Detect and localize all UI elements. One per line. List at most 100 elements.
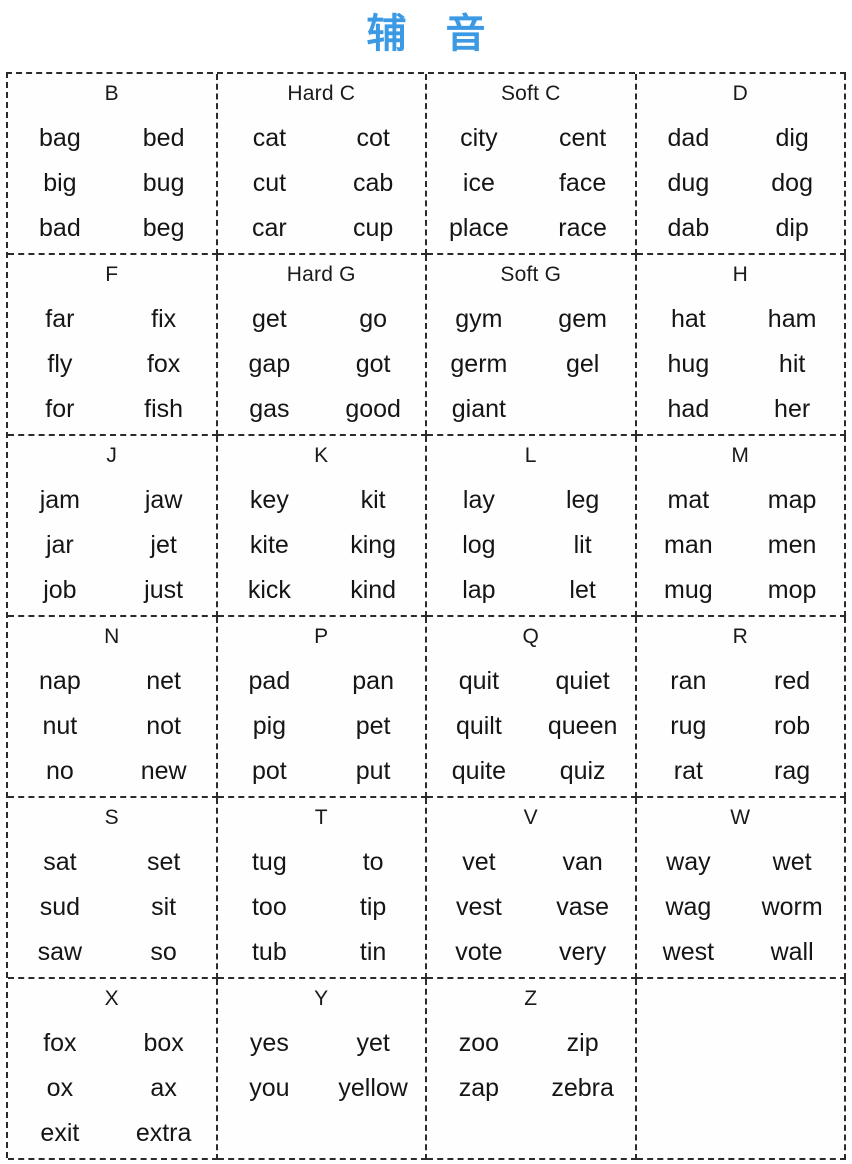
cell-word-list: nap net nut not no new bbox=[8, 657, 216, 796]
word: so bbox=[150, 938, 177, 966]
word: zap bbox=[458, 1074, 500, 1102]
cell-word-list: mat map man men mug mop bbox=[637, 476, 845, 615]
word-row: no new bbox=[8, 749, 216, 794]
cell-word-list: fox box ox ax exit extra bbox=[8, 1019, 216, 1158]
word: put bbox=[355, 757, 391, 785]
word-row: tug to bbox=[218, 840, 426, 885]
word-row: dug dog bbox=[637, 161, 845, 206]
cell-heading: Soft G bbox=[500, 263, 562, 286]
word: wag bbox=[665, 893, 712, 921]
word: lit bbox=[573, 531, 592, 559]
word: kind bbox=[350, 576, 397, 604]
word: quiz bbox=[559, 757, 606, 785]
word-row: quilt queen bbox=[427, 704, 635, 749]
word: quiet bbox=[555, 667, 610, 695]
word-row: gas good bbox=[218, 387, 426, 432]
word: city bbox=[460, 124, 498, 152]
word-row: germ gel bbox=[427, 342, 635, 387]
word: van bbox=[562, 848, 603, 876]
table-cell: Hhat ham hug hit had her bbox=[636, 255, 846, 436]
cell-heading: N bbox=[104, 625, 120, 648]
table-cell: Qquit quiet quilt queen quite quiz bbox=[427, 617, 637, 798]
word-row bbox=[427, 1111, 635, 1156]
table-cell: Soft Ccity cent ice face place race bbox=[427, 74, 637, 255]
word: pot bbox=[251, 757, 287, 785]
cell-word-list: bag bed big bug bad beg bbox=[8, 114, 216, 253]
cell-heading: J bbox=[106, 444, 118, 467]
word: tin bbox=[359, 938, 387, 966]
word-row: cut cab bbox=[218, 161, 426, 206]
cell-heading: Z bbox=[524, 987, 538, 1010]
word: yet bbox=[356, 1029, 390, 1057]
cell-heading: R bbox=[732, 625, 748, 648]
consonant-table: Bbag bed big bug bad beg Hard Ccat cot cut cab car… bbox=[6, 72, 846, 1160]
cell-word-list: hat ham hug hit had her bbox=[637, 295, 845, 434]
word: hat bbox=[670, 305, 706, 333]
word: kit bbox=[360, 486, 386, 514]
cell-heading: M bbox=[731, 444, 750, 467]
word: cent bbox=[558, 124, 607, 152]
word: vest bbox=[455, 893, 502, 921]
word-row: giant bbox=[427, 387, 635, 432]
word: pan bbox=[352, 667, 394, 695]
table-cell: Hard G get go gap got gas good bbox=[217, 255, 427, 436]
word: far bbox=[45, 305, 75, 333]
word: bed bbox=[142, 124, 185, 152]
table-cell: Hard Ccat cot cut cab car cup bbox=[217, 74, 427, 255]
word-row: car cup bbox=[218, 206, 426, 251]
word: ran bbox=[670, 667, 707, 695]
word: fish bbox=[144, 395, 184, 423]
table-cell: Ssat set sud sit saw so bbox=[8, 798, 218, 979]
word: gym bbox=[455, 305, 503, 333]
table-cell: Llay leg log lit lap let bbox=[427, 436, 637, 617]
cell-word-list: sat set sud sit saw so bbox=[8, 838, 216, 977]
cell-word-list: tug to too tip tub tin bbox=[218, 838, 426, 977]
cell-heading: Q bbox=[522, 625, 540, 648]
word-row: mug mop bbox=[637, 568, 845, 613]
word: men bbox=[767, 531, 817, 559]
word-row: zoo zip bbox=[427, 1021, 635, 1066]
word: gap bbox=[248, 350, 291, 378]
word-row: city cent bbox=[427, 116, 635, 161]
cell-word-list: pad pan pig pet pot put bbox=[218, 657, 426, 796]
cell-heading: K bbox=[314, 444, 329, 467]
table-cell: Bbag bed big bug bad beg bbox=[8, 74, 218, 255]
word-row: kick kind bbox=[218, 568, 426, 613]
word: hug bbox=[667, 350, 710, 378]
word: mop bbox=[767, 576, 817, 604]
word: quite bbox=[451, 757, 506, 785]
word: mat bbox=[667, 486, 710, 514]
word: net bbox=[146, 667, 181, 695]
word: log bbox=[462, 531, 496, 559]
word: big bbox=[43, 169, 77, 197]
word: rat bbox=[673, 757, 703, 785]
word-row: yes yet bbox=[218, 1021, 426, 1066]
word-row: bad beg bbox=[8, 206, 216, 251]
word: ax bbox=[150, 1074, 177, 1102]
word: pad bbox=[248, 667, 291, 695]
word: too bbox=[251, 893, 287, 921]
word-row: hat ham bbox=[637, 297, 845, 342]
table-cell: Mmat map man men mug mop bbox=[636, 436, 846, 617]
word: saw bbox=[37, 938, 83, 966]
word-row bbox=[637, 1066, 845, 1111]
word: jet bbox=[150, 531, 177, 559]
word-row: rug rob bbox=[637, 704, 845, 749]
word-row: sat set bbox=[8, 840, 216, 885]
word-row: place race bbox=[427, 206, 635, 251]
word-row: ran red bbox=[637, 659, 845, 704]
word-row: lap let bbox=[427, 568, 635, 613]
word: lay bbox=[462, 486, 495, 514]
cell-heading: Soft C bbox=[500, 82, 561, 105]
word-row: vote very bbox=[427, 930, 635, 975]
word-row: had her bbox=[637, 387, 845, 432]
word: leg bbox=[565, 486, 600, 514]
word-row bbox=[637, 1111, 845, 1156]
word: fix bbox=[151, 305, 177, 333]
word: set bbox=[146, 848, 181, 876]
word-row: quite quiz bbox=[427, 749, 635, 794]
word: lap bbox=[462, 576, 496, 604]
cell-word-list: dad dig dug dog dab dip bbox=[637, 114, 845, 253]
word: man bbox=[664, 531, 713, 559]
word: quilt bbox=[455, 712, 502, 740]
